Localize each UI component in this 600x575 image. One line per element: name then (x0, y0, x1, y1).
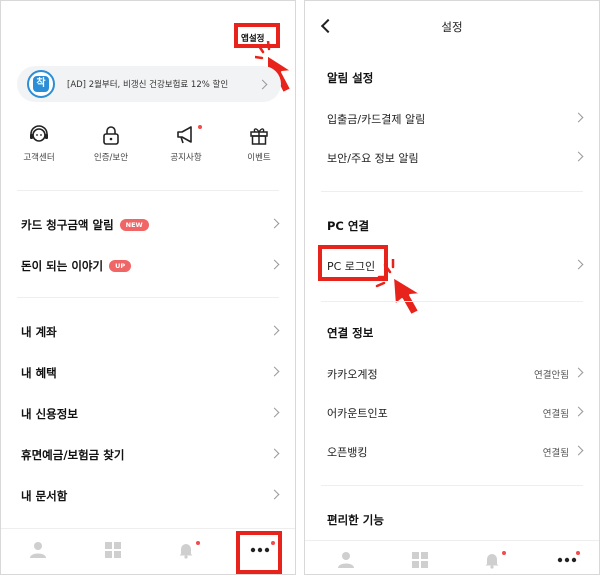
chevron-right-icon (573, 406, 584, 417)
highlight-box-more (236, 531, 282, 574)
menu-item-my-documents[interactable]: 내 문서함 (21, 488, 67, 504)
person-icon[interactable] (29, 541, 47, 559)
section-divider (321, 485, 583, 486)
bell-icon[interactable] (483, 551, 501, 569)
headset-icon (30, 125, 48, 142)
left-phone-screen: 앱설정 착 [AD] 2월부터, 비갱신 건강보험료 12% 할인 고객센터 인… (0, 0, 296, 575)
setting-deposit-card-alert[interactable]: 입출금/카드결제 알림 (327, 111, 425, 127)
chevron-right-icon (269, 448, 280, 459)
quick-menu-label: 인증/보안 (93, 153, 129, 163)
grid-icon[interactable] (104, 541, 122, 559)
menu-item-money-story[interactable]: 돈이 되는 이야기 UP (21, 258, 132, 274)
notification-dot (198, 125, 202, 129)
menu-item-my-benefits[interactable]: 내 혜택 (21, 365, 57, 381)
person-icon[interactable] (337, 551, 355, 569)
page-title: 설정 (441, 20, 463, 34)
quick-menu-label: 공지사항 (170, 153, 202, 163)
ad-text: [AD] 2월부터, 비갱신 건강보험료 12% 할인 (67, 80, 229, 90)
chevron-right-icon (269, 366, 280, 377)
chevron-right-icon (269, 325, 280, 336)
more-icon[interactable] (557, 557, 577, 563)
quick-menu-notice[interactable]: 공지사항 (156, 125, 216, 163)
notification-dot (502, 551, 506, 555)
menu-item-my-credit[interactable]: 내 신용정보 (21, 406, 78, 422)
setting-account-info[interactable]: 어카운트인포 (327, 405, 388, 421)
ad-banner[interactable]: 착 [AD] 2월부터, 비갱신 건강보험료 12% 할인 (17, 66, 281, 102)
section-title-connection-info: 연결 정보 (327, 326, 374, 340)
chevron-right-icon (573, 445, 584, 456)
section-title-notification: 알림 설정 (327, 71, 374, 85)
ad-logo: 착 (27, 70, 55, 98)
new-badge: NEW (119, 219, 149, 231)
chevron-right-icon (573, 151, 584, 162)
quick-menu-label: 고객센터 (23, 153, 55, 163)
setting-security-info-alert[interactable]: 보안/주요 정보 알림 (327, 150, 419, 166)
section-divider (321, 301, 583, 302)
chevron-right-icon (269, 489, 280, 500)
quick-menu-customer-center[interactable]: 고객센터 (9, 125, 69, 163)
section-divider (17, 297, 279, 298)
chevron-right-icon (269, 407, 280, 418)
up-badge: UP (109, 260, 132, 272)
bottom-nav (305, 540, 599, 574)
right-phone-screen: 설정 알림 설정 입출금/카드결제 알림 보안/주요 정보 알림 PC 연결 P… (304, 0, 600, 575)
menu-item-card-bill-alert[interactable]: 카드 청구금액 알림 NEW (21, 217, 149, 233)
chevron-right-icon (257, 79, 268, 90)
pointer-arrow-icon (375, 259, 422, 316)
chevron-right-icon (269, 259, 280, 270)
chevron-right-icon (573, 112, 584, 123)
connection-status: 연결됨 (542, 409, 569, 420)
connection-status: 연결됨 (542, 448, 569, 459)
megaphone-icon (177, 126, 192, 144)
setting-open-banking[interactable]: 오픈뱅킹 (327, 444, 367, 460)
quick-menu-auth-security[interactable]: 인증/보안 (81, 125, 141, 163)
bell-icon[interactable] (177, 541, 195, 559)
connection-status: 연결안됨 (534, 370, 569, 381)
section-title-pc-connect: PC 연결 (327, 219, 370, 233)
section-divider (17, 190, 279, 191)
lock-icon (103, 126, 119, 145)
gift-icon (250, 128, 268, 145)
grid-icon[interactable] (411, 551, 429, 569)
notification-dot (196, 541, 200, 545)
chevron-right-icon (573, 367, 584, 378)
section-divider (321, 191, 583, 192)
notification-dot (576, 551, 580, 555)
setting-kakao-account[interactable]: 카카오계정 (327, 366, 378, 382)
quick-menu-event[interactable]: 이벤트 (229, 125, 289, 163)
section-title-convenient-features: 편리한 기능 (327, 513, 384, 527)
chevron-right-icon (573, 259, 584, 270)
menu-item-my-account[interactable]: 내 계좌 (21, 324, 57, 340)
quick-menu-label: 이벤트 (247, 153, 271, 163)
menu-item-dormant-deposit[interactable]: 휴면예금/보험금 찾기 (21, 447, 124, 463)
chevron-right-icon (269, 218, 280, 229)
